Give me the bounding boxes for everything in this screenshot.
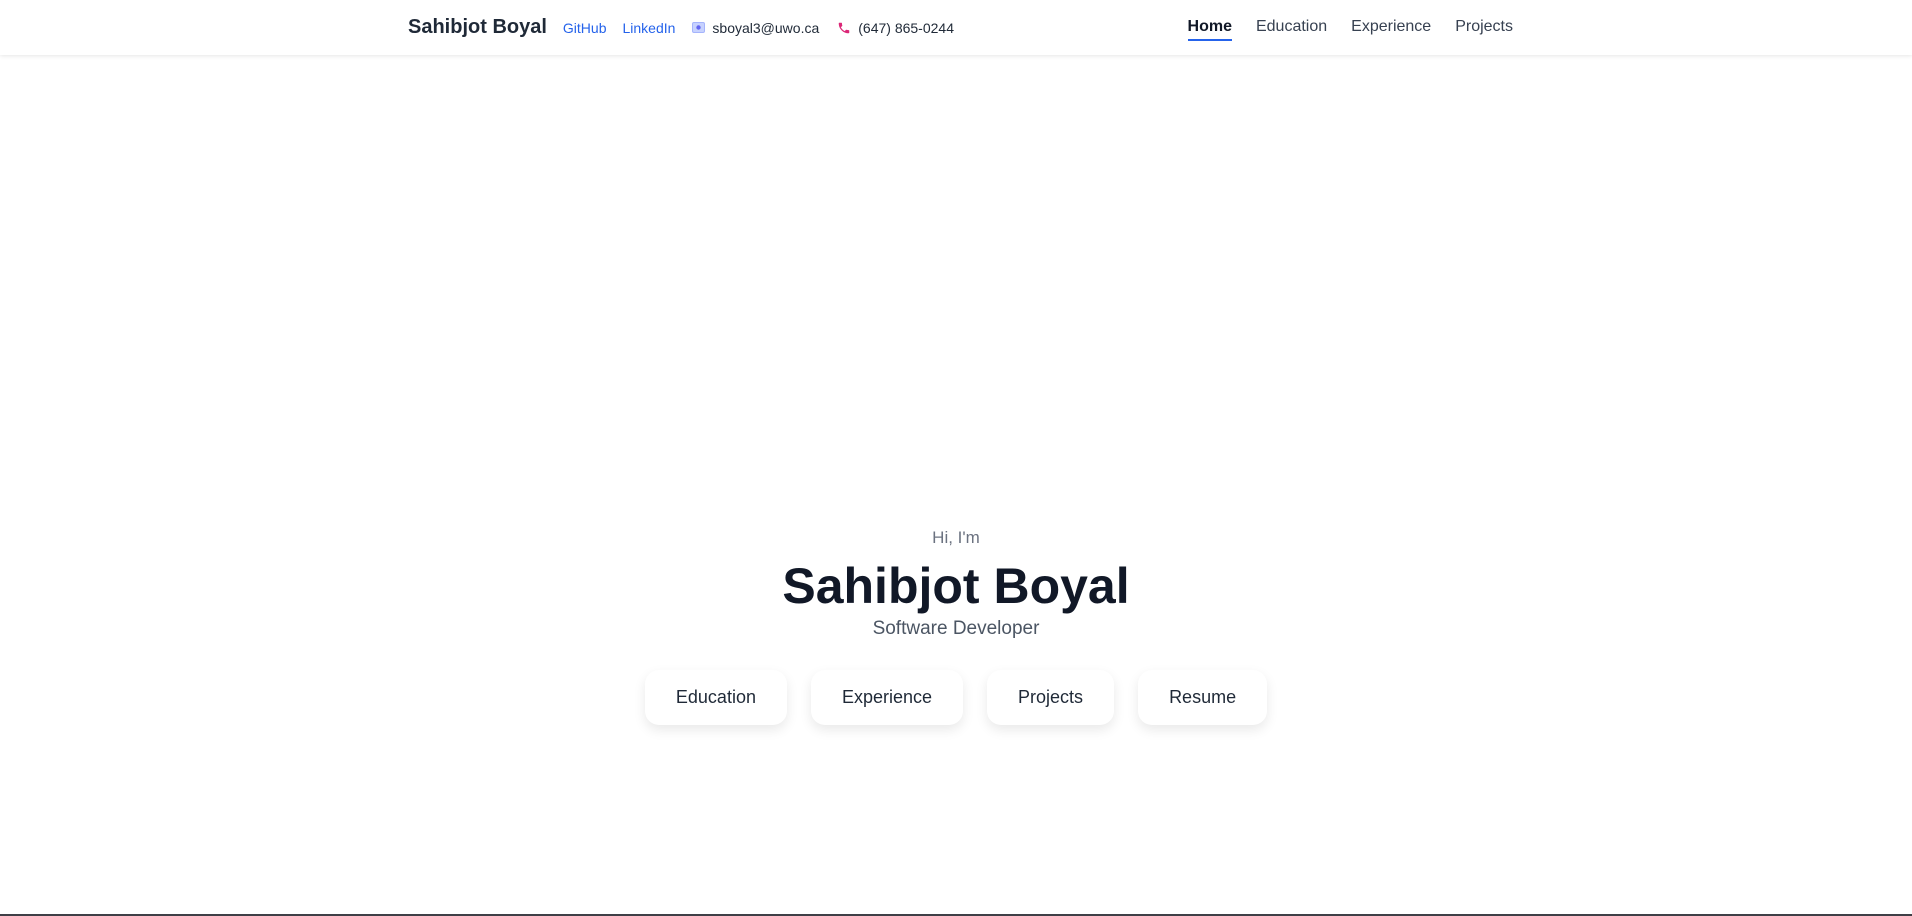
linkedin-link[interactable]: LinkedIn <box>622 20 675 36</box>
brand-name[interactable]: Sahibjot Boyal <box>408 16 547 39</box>
main-nav: Home Education Experience Projects <box>1164 14 1513 41</box>
navbar-left-group: Sahibjot Boyal GitHub LinkedIn sboyal3@u… <box>408 16 972 39</box>
nav-home[interactable]: Home <box>1187 14 1232 41</box>
email-text: sboyal3@uwo.ca <box>712 19 820 36</box>
projects-button[interactable]: Projects <box>987 670 1115 725</box>
github-link[interactable]: GitHub <box>563 20 607 36</box>
education-button[interactable]: Education <box>644 670 787 725</box>
phone-text: (647) 865-0244 <box>858 19 954 36</box>
hero-greeting: Hi, I'm <box>932 528 980 547</box>
email-contact[interactable]: sboyal3@uwo.ca <box>691 20 819 36</box>
page: Sahibjot Boyal GitHub LinkedIn sboyal3@u… <box>0 0 1912 916</box>
nav-education[interactable]: Education <box>1256 14 1327 41</box>
navbar-inner: Sahibjot Boyal GitHub LinkedIn sboyal3@u… <box>408 0 1513 55</box>
resume-button[interactable]: Resume <box>1138 670 1268 725</box>
envelope-icon <box>691 21 705 35</box>
hero-role: Software Developer <box>872 618 1040 639</box>
phone-icon <box>837 21 851 35</box>
nav-experience[interactable]: Experience <box>1351 14 1431 41</box>
nav-projects[interactable]: Projects <box>1455 14 1513 41</box>
top-navbar: Sahibjot Boyal GitHub LinkedIn sboyal3@u… <box>0 0 1912 55</box>
hero-name: Sahibjot Boyal <box>782 558 1130 614</box>
phone-contact[interactable]: (647) 865-0244 <box>837 20 954 36</box>
hero-quick-links: Education Experience Projects Resume <box>0 670 1912 725</box>
experience-button[interactable]: Experience <box>810 670 964 725</box>
hero-section: Hi, I'm Sahibjot Boyal Software Develope… <box>0 527 1912 725</box>
